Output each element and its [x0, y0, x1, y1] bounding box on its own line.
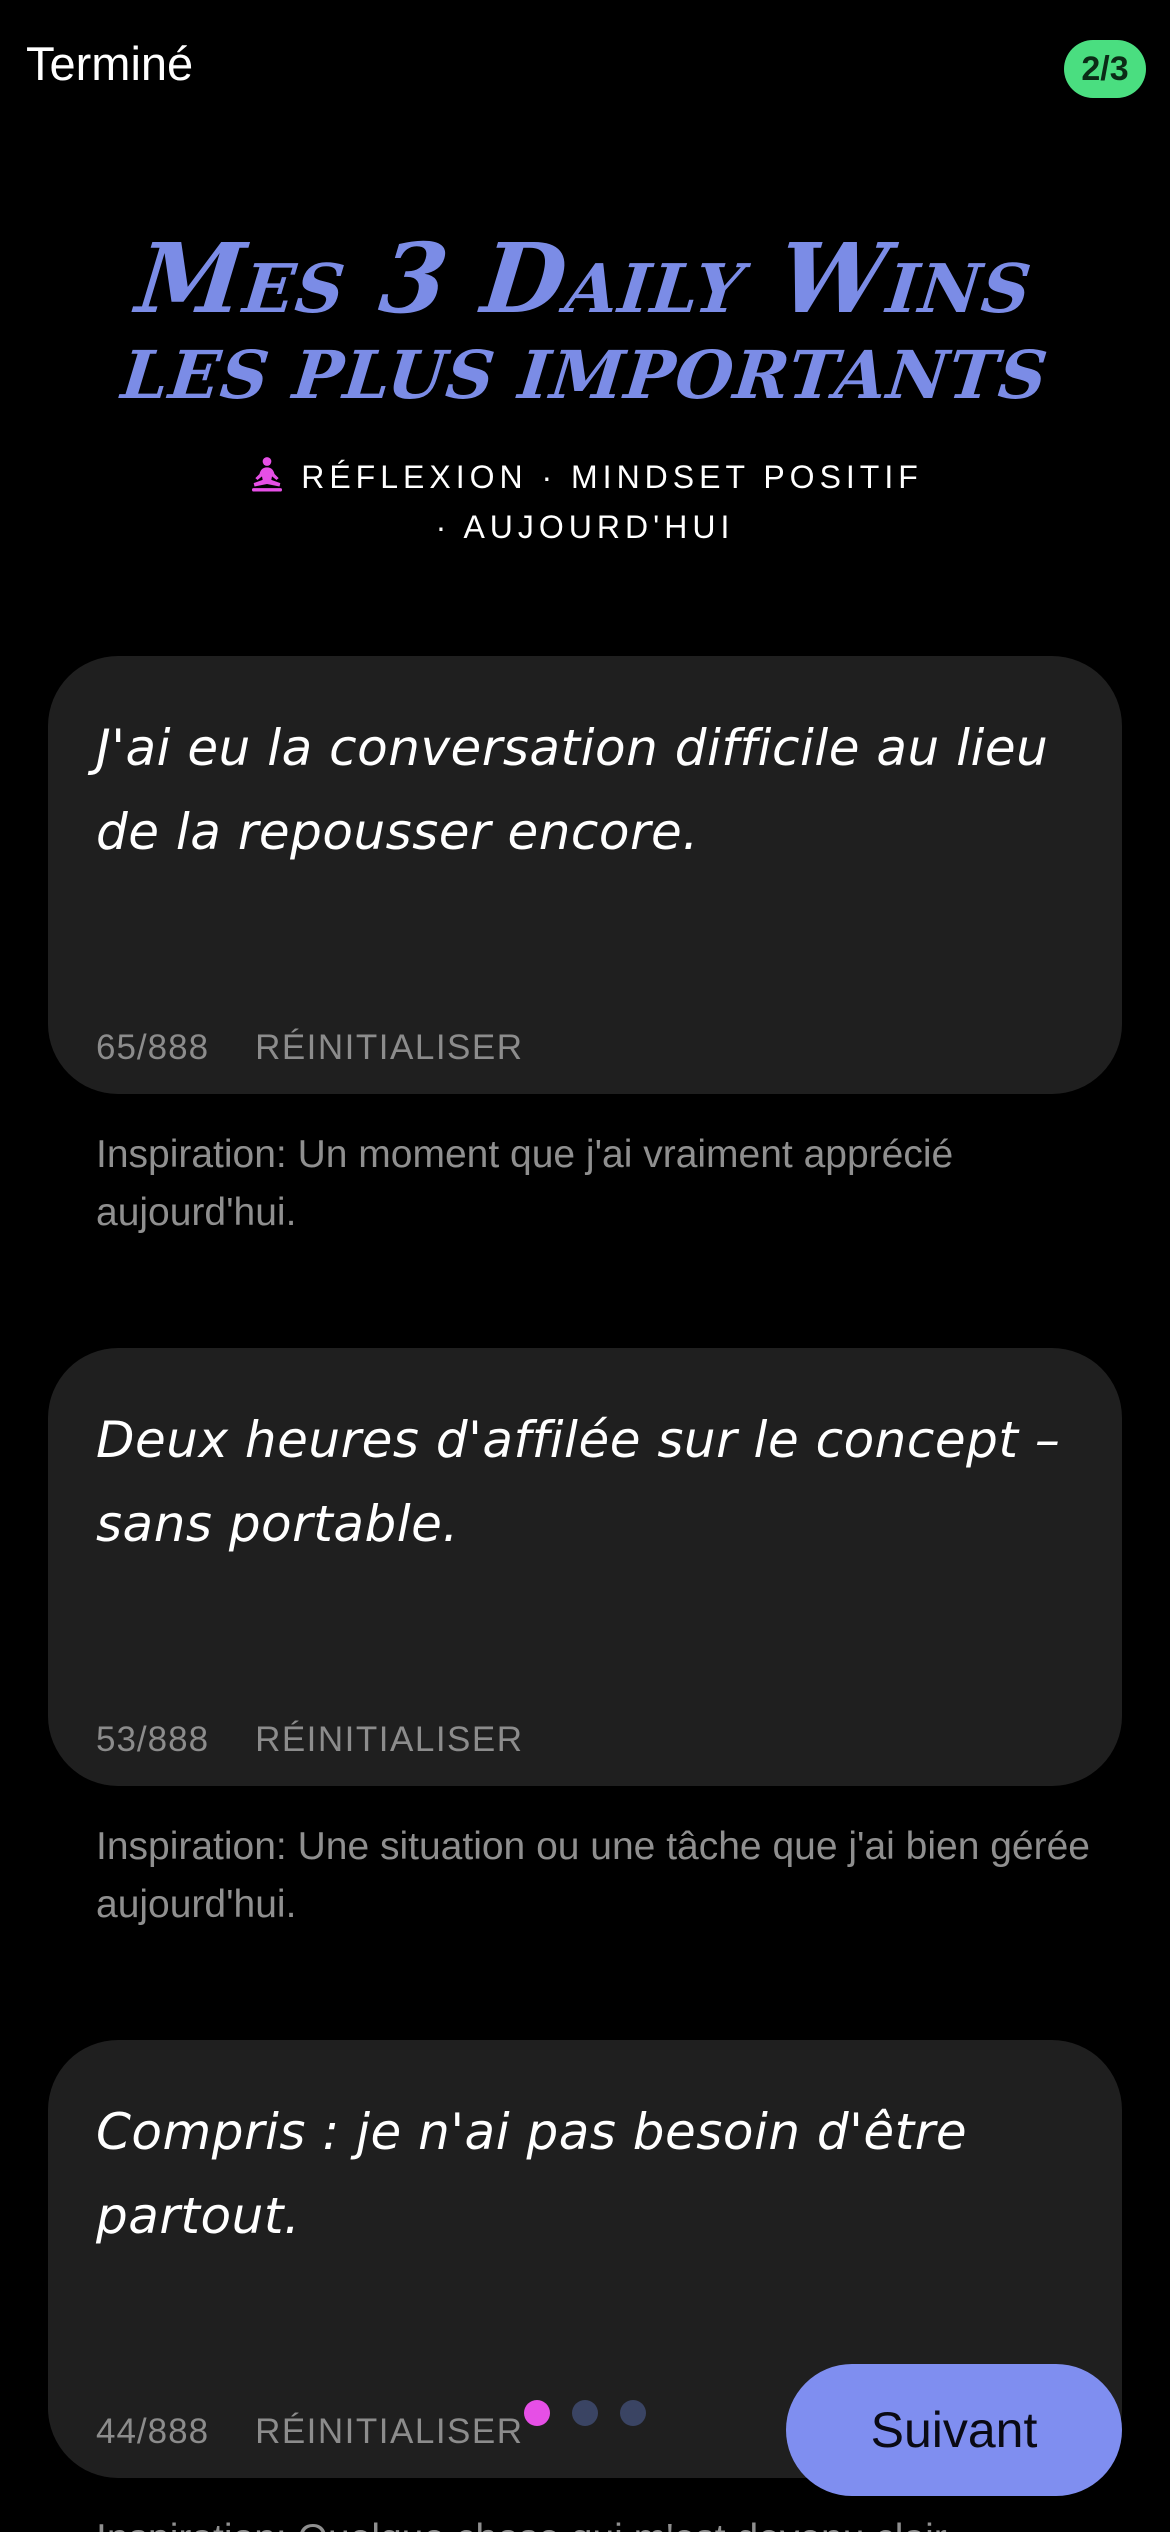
subtitle-line1: RÉFLEXION · MINDSET POSITIF	[301, 459, 923, 495]
reset-button[interactable]: RÉINITIALISER	[255, 2412, 523, 2451]
win-footer-3: 44/888 RÉINITIALISER	[96, 2412, 524, 2452]
win-footer-1: 65/888 RÉINITIALISER	[96, 1028, 524, 1068]
step-badge: 2/3	[1064, 40, 1146, 98]
page-dot[interactable]	[620, 2400, 646, 2426]
win-text-1[interactable]: J'ai eu la conversation difficile au lie…	[96, 706, 1096, 874]
char-counter: 53/888	[96, 1720, 210, 1759]
page-title-line1: Mes 3 Daily Wins	[131, 222, 1039, 335]
page-title-line2: les plus importants	[118, 336, 1052, 414]
page-indicator	[524, 2400, 646, 2426]
char-counter: 44/888	[96, 2412, 210, 2451]
daily-wins-screen: Terminé 2/3 Mes 3 Daily Wins les plus im…	[0, 0, 1170, 2532]
done-button[interactable]: Terminé	[26, 36, 193, 91]
win-text-3[interactable]: Compris : je n'ai pas besoin d'être part…	[96, 2090, 1096, 2258]
char-counter: 65/888	[96, 1028, 210, 1067]
inspiration-hint-2: Inspiration: Une situation ou une tâche …	[96, 1825, 1090, 1926]
meditation-icon	[252, 457, 283, 492]
inspiration-hint-3: Inspiration: Quelque chose qui m'est dev…	[96, 2510, 1096, 2532]
inspiration-hint-1: Inspiration: Un moment que j'ai vraiment…	[96, 1133, 954, 1234]
next-button[interactable]: Suivant	[786, 2364, 1122, 2496]
page-dot[interactable]	[572, 2400, 598, 2426]
reset-button[interactable]: RÉINITIALISER	[255, 1028, 523, 1067]
page-dot[interactable]	[524, 2400, 550, 2426]
win-text-2[interactable]: Deux heures d'affilée sur le concept – s…	[96, 1398, 1096, 1566]
win-card-1[interactable]: J'ai eu la conversation difficile au lie…	[48, 656, 1122, 1094]
reset-button[interactable]: RÉINITIALISER	[255, 1720, 523, 1759]
win-card-2[interactable]: Deux heures d'affilée sur le concept – s…	[48, 1348, 1122, 1786]
subtitle-line2: · AUJOURD'HUI	[435, 509, 735, 545]
subtitle-line1-wrap: RÉFLEXION · MINDSET POSITIF	[0, 452, 1170, 502]
win-footer-2: 53/888 RÉINITIALISER	[96, 1720, 524, 1760]
subtitle: RÉFLEXION · MINDSET POSITIF · AUJOURD'HU…	[0, 452, 1170, 552]
